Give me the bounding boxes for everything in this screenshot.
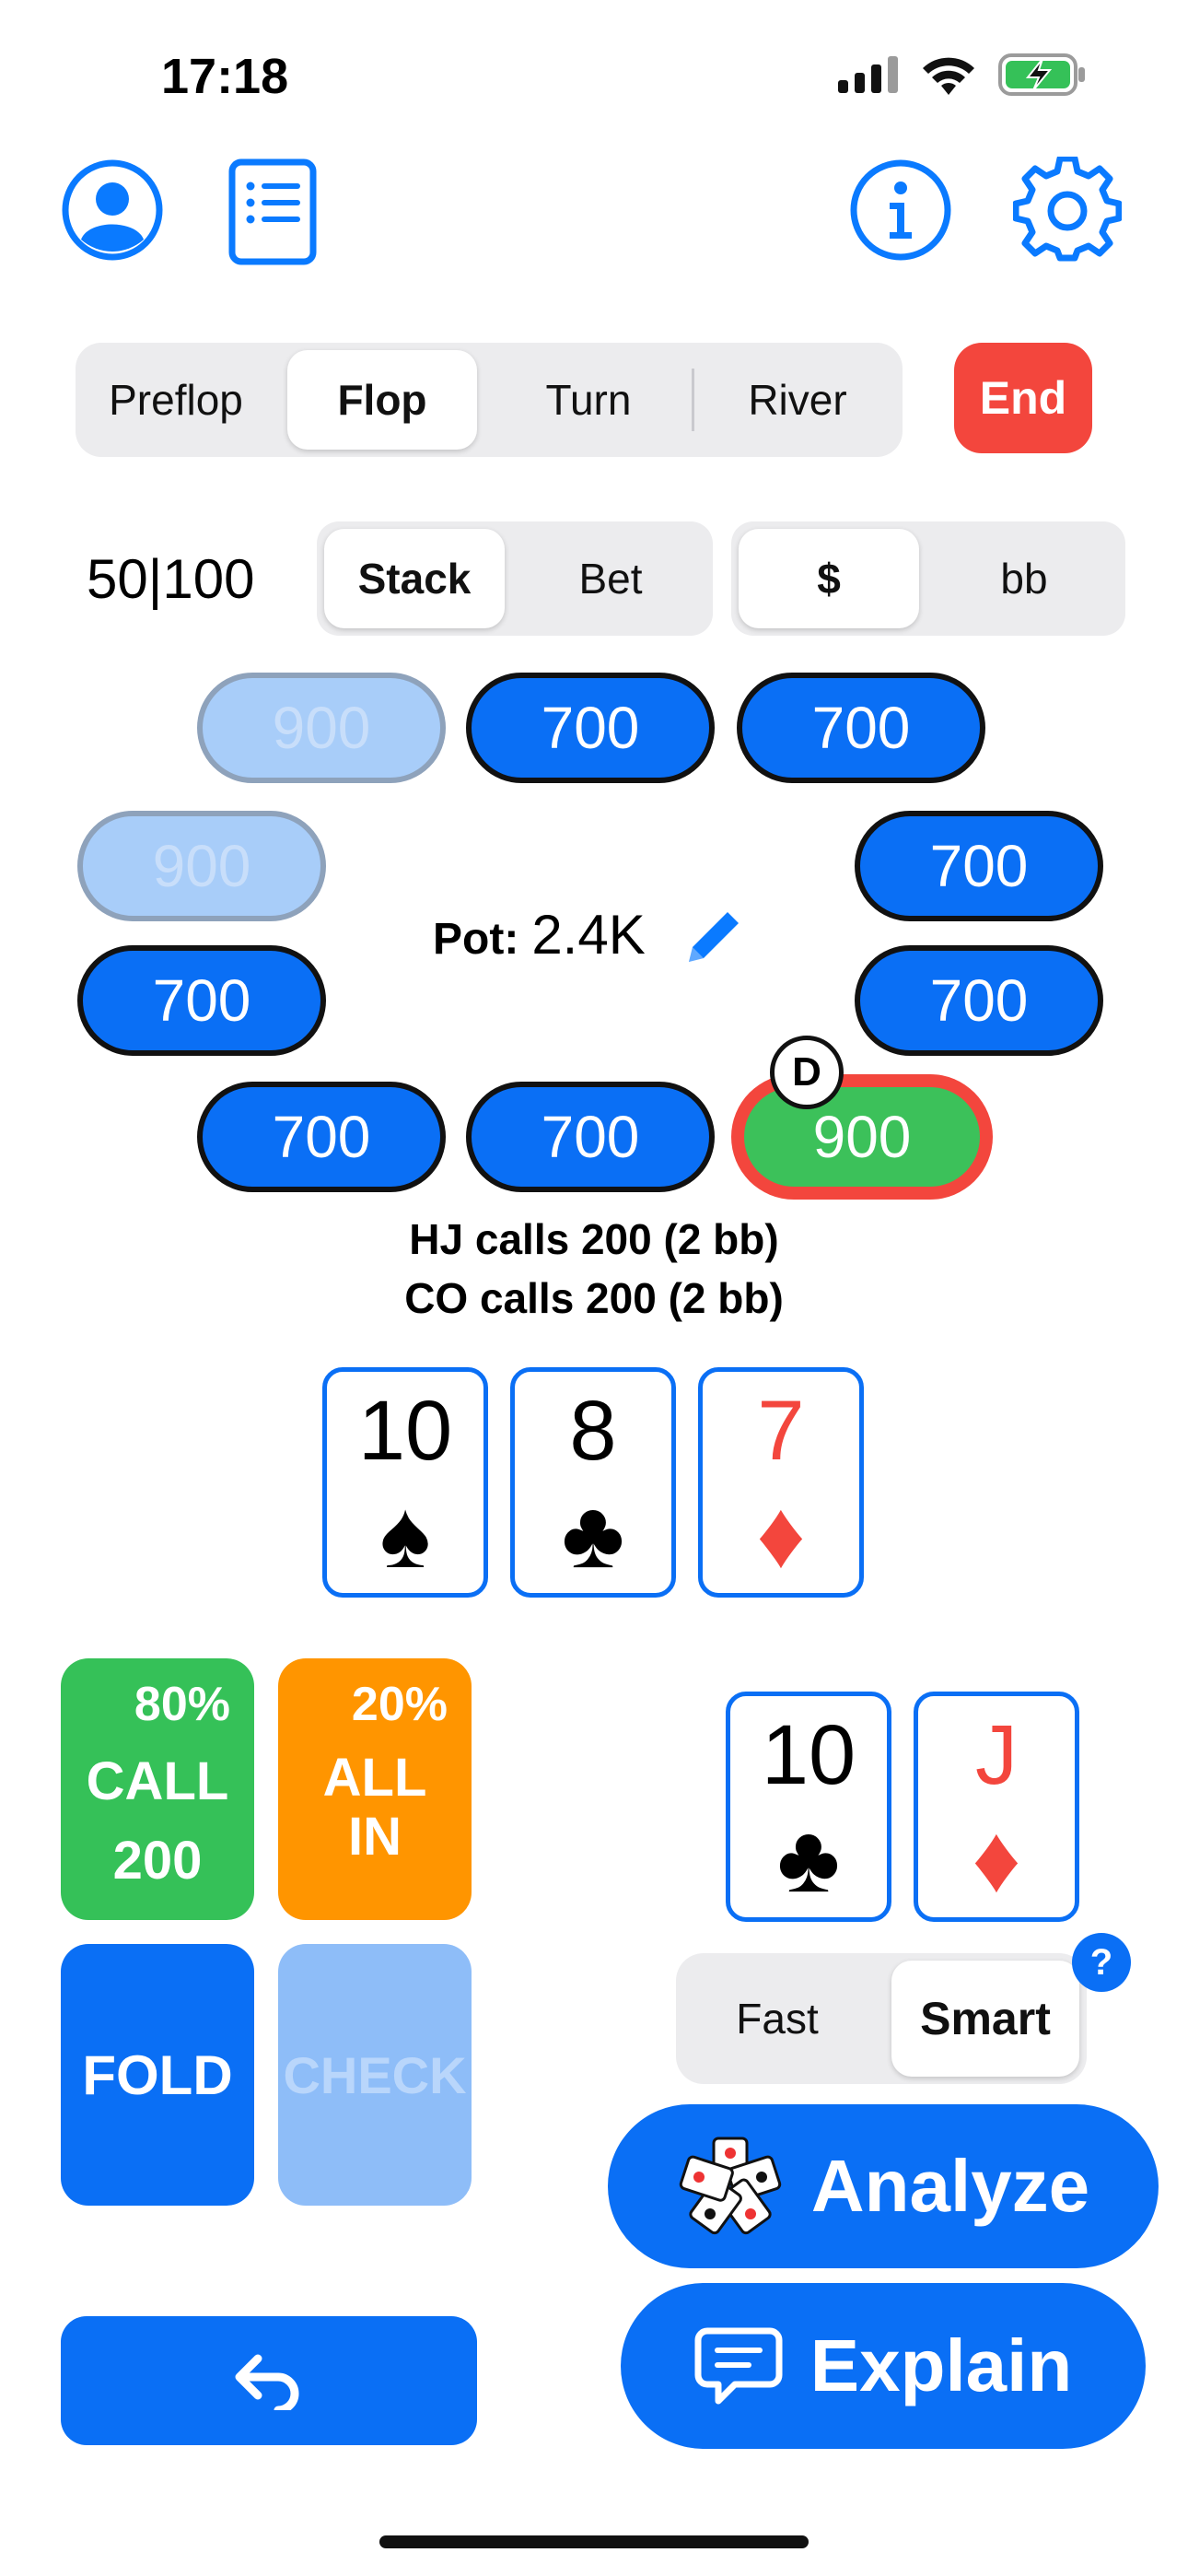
call-frequency: 80% [134,1678,230,1731]
card-rank: J [975,1708,1018,1802]
street-river[interactable]: River [696,343,899,457]
status-time: 17:18 [161,49,289,104]
board-card-3: 7 ♦ [698,1367,864,1598]
street-selector[interactable]: Preflop Flop Turn River [76,343,903,457]
dealer-button: D [770,1036,844,1109]
seat-1-stack[interactable]: 900 [197,673,446,783]
unit-bb[interactable]: bb [926,521,1122,636]
call-label: CALL [86,1751,229,1811]
card-rank: 10 [761,1708,856,1802]
seat-8-stack[interactable]: 700 [197,1082,446,1192]
settings-gear-icon[interactable] [1013,157,1122,265]
all-in-button[interactable]: 20% ALL IN [278,1658,472,1920]
end-hand-button[interactable]: End [954,343,1092,453]
undo-button[interactable] [61,2316,477,2445]
explain-label: Explain [809,2324,1073,2406]
card-rank: 8 [569,1384,617,1478]
check-button[interactable]: CHECK [278,1944,472,2206]
board-card-1: 10 ♠ [322,1367,488,1598]
analysis-mode-selector[interactable]: Fast Smart [676,1953,1087,2084]
street-turn[interactable]: Turn [488,343,689,457]
diamond-suit-icon: ♦ [972,1806,1021,1913]
seat-2-stack[interactable]: 700 [466,673,715,783]
unit-mode-selector[interactable]: $ bb [731,521,1125,636]
battery-charging-icon [998,53,1085,96]
pot-value: 2.4K [531,904,646,966]
mode-bet[interactable]: Bet [512,521,709,636]
mode-fast[interactable]: Fast [676,1953,879,2084]
diamond-suit-icon: ♦ [756,1481,806,1588]
street-preflop[interactable]: Preflop [76,343,276,457]
mode-smart[interactable]: Smart [891,1961,1079,2077]
explain-button[interactable]: Explain [621,2283,1146,2449]
info-icon[interactable] [849,158,952,262]
analyze-button[interactable]: Analyze [608,2104,1159,2268]
all-in-label-line2: IN [348,1807,402,1867]
pot-display: Pot: 2.4K [433,903,646,966]
spade-suit-icon: ♠ [379,1481,431,1588]
profile-icon[interactable] [61,158,164,262]
fold-button[interactable]: FOLD [61,1944,254,2206]
cellular-signal-icon [838,56,898,93]
segment-divider [692,369,694,431]
hero-card-2: J ♦ [914,1692,1079,1922]
seat-5-stack[interactable]: 700 [855,945,1103,1056]
seat-7-stack[interactable]: 700 [466,1082,715,1192]
all-in-label-line1: ALL [322,1748,427,1808]
street-flop[interactable]: Flop [287,350,477,450]
board-card-2: 8 ♣ [510,1367,676,1598]
seat-10-stack[interactable]: 900 [77,811,326,921]
help-badge[interactable]: ? [1072,1933,1131,1992]
all-in-frequency: 20% [351,1678,448,1731]
edit-pencil-icon[interactable] [681,903,748,969]
club-suit-icon: ♣ [776,1806,841,1913]
unit-dollar[interactable]: $ [739,529,919,628]
call-button[interactable]: 80% CALL 200 [61,1658,254,1920]
wifi-icon [923,57,974,95]
card-rank: 10 [357,1384,453,1478]
mode-stack[interactable]: Stack [324,529,505,628]
seat-4-stack[interactable]: 700 [855,811,1103,921]
blinds-label: 50|100 [87,548,255,610]
pot-label: Pot: [433,915,519,964]
hand-history-icon[interactable] [228,158,317,265]
call-amount: 200 [112,1831,203,1891]
action-log-line-1: HJ calls 200 (2 bb) [409,1215,779,1263]
hero-seat-stack[interactable]: 900 [744,1087,980,1187]
home-indicator [379,2535,809,2548]
hero-card-1: 10 ♣ [726,1692,891,1922]
seat-3-stack[interactable]: 700 [737,673,985,783]
action-log-line-2: CO calls 200 (2 bb) [404,1274,784,1322]
card-rank: 7 [757,1384,805,1478]
club-suit-icon: ♣ [561,1481,625,1588]
display-mode-selector[interactable]: Stack Bet [317,521,713,636]
chat-bubble-icon [694,2327,783,2405]
analyze-label: Analyze [810,2145,1090,2227]
cards-fan-icon [679,2137,782,2235]
undo-arrow-icon [235,2354,299,2410]
status-icons [838,53,1087,96]
seat-9-stack[interactable]: 700 [77,945,326,1056]
